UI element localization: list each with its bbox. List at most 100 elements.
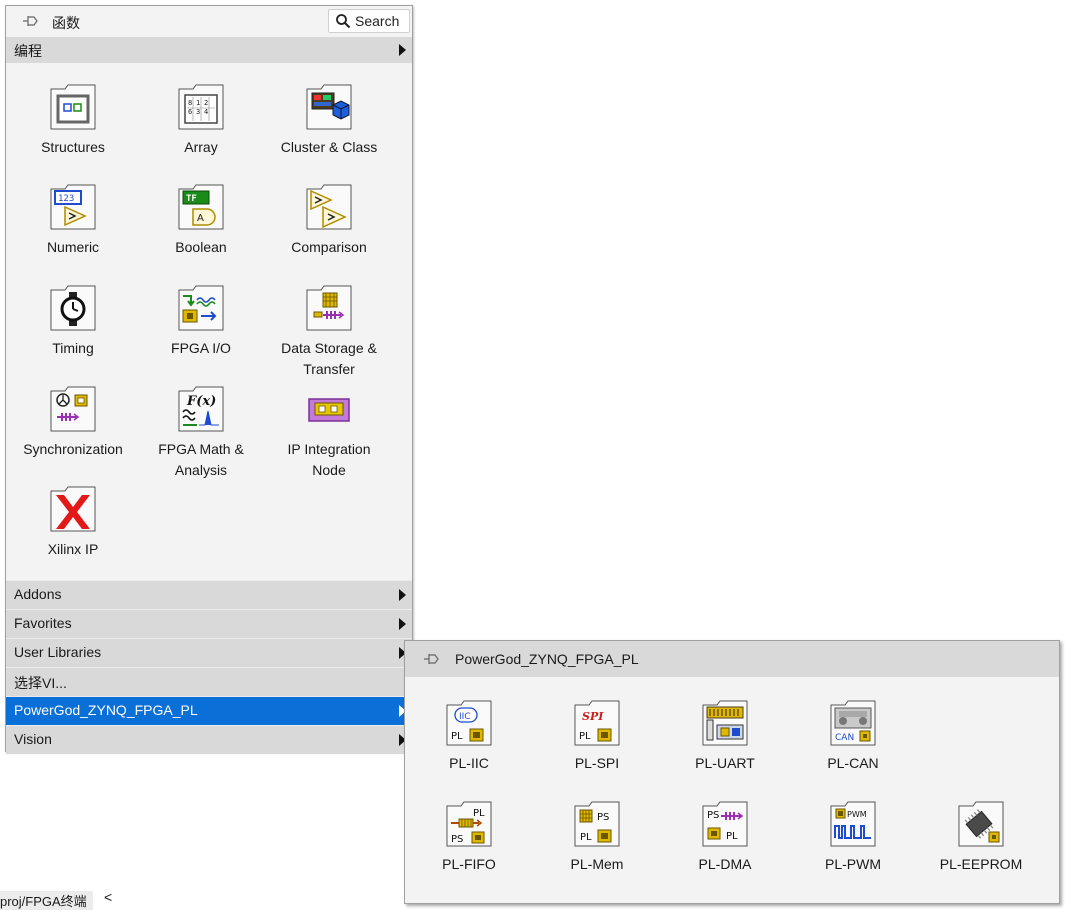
subpalette-item-pl-can[interactable]: CAN PL-CAN	[789, 699, 917, 774]
svg-text:PL: PL	[579, 731, 591, 742]
project-path: proj/FPGA终端	[0, 891, 93, 910]
svg-text:CAN: CAN	[835, 733, 854, 743]
synchronization-icon	[49, 385, 97, 433]
svg-text:PL: PL	[451, 731, 463, 742]
subpalette-item-pl-eeprom[interactable]: PL-EEPROM	[917, 800, 1045, 875]
menu-item-label: PowerGod_ZYNQ_FPGA_PL	[14, 702, 198, 718]
subpalette-item-label: PL-FIFO	[442, 856, 496, 872]
data-storage-icon	[305, 284, 353, 332]
pl-dma-icon: PS PL	[701, 800, 749, 848]
subpalette-item-label: PL-SPI	[574, 755, 620, 771]
palette-item-label: Cluster & Class	[280, 139, 378, 155]
menu-item-select-vi[interactable]: 选择VI...	[6, 667, 412, 696]
pl-uart-icon	[701, 699, 749, 747]
svg-text:IIC: IIC	[459, 712, 471, 722]
svg-text:2: 2	[204, 99, 208, 107]
structures-icon	[49, 83, 97, 131]
subpalette-item-pl-iic[interactable]: IIC PL PL-IIC	[405, 699, 533, 774]
pl-mem-icon: PS PL	[573, 800, 621, 848]
pl-spi-icon: SPI PL	[573, 699, 621, 747]
svg-text:SPI: SPI	[582, 710, 604, 723]
svg-text:PS: PS	[597, 812, 609, 823]
palette-item-label: Xilinx IP	[47, 541, 99, 557]
palette-item-numeric[interactable]: 123 Numeric	[9, 183, 137, 258]
scroll-left-button[interactable]: <	[104, 889, 112, 905]
palette-item-timing[interactable]: Timing	[9, 284, 137, 359]
svg-text:123: 123	[58, 194, 74, 204]
subpalette-item-pl-dma[interactable]: PS PL PL-DMA	[661, 800, 789, 875]
palette-item-xilinx-ip[interactable]: Xilinx IP	[9, 485, 137, 560]
cluster-class-icon	[305, 83, 353, 131]
palette-item-data-storage[interactable]: Data Storage & Transfer	[265, 284, 393, 380]
menu-item-addons[interactable]: Addons	[6, 580, 412, 609]
pin-icon[interactable]	[22, 14, 40, 28]
palette-item-boolean[interactable]: TF A Boolean	[137, 183, 265, 258]
subpalette-item-label: PL-Mem	[570, 856, 624, 872]
svg-text:PWM: PWM	[847, 810, 867, 819]
palette-item-label: Comparison	[291, 239, 367, 255]
boolean-icon: TF A	[177, 183, 225, 231]
subpalette-item-pl-spi[interactable]: SPI PL PL-SPI	[533, 699, 661, 774]
palette-item-comparison[interactable]: Comparison	[265, 183, 393, 258]
subpalette-item-pl-uart[interactable]: PL-UART	[661, 699, 789, 774]
pl-pwm-icon: PWM	[829, 800, 877, 848]
palette-category-menu: Addons Favorites User Libraries 选择VI... …	[6, 580, 412, 754]
palette-item-label: FPGA Math & Analysis	[158, 441, 244, 478]
menu-item-user-libraries[interactable]: User Libraries	[6, 638, 412, 667]
svg-text:8: 8	[188, 99, 192, 107]
palette-grid: Structures 812 634 Array Cluster & Class…	[6, 63, 412, 581]
svg-text:A: A	[197, 213, 204, 224]
palette-item-label: Array	[184, 139, 218, 155]
category-header-programming[interactable]: 编程	[6, 37, 412, 63]
pl-can-icon: CAN	[829, 699, 877, 747]
subpalette-item-pl-pwm[interactable]: PWM PL-PWM	[789, 800, 917, 875]
palette-item-cluster-class[interactable]: Cluster & Class	[265, 83, 393, 158]
palette-item-synchronization[interactable]: Synchronization	[9, 385, 137, 460]
subpalette-item-label: PL-IIC	[449, 755, 489, 771]
svg-text:1: 1	[196, 99, 200, 107]
palette-item-label: Synchronization	[23, 441, 123, 457]
palette-item-array[interactable]: 812 634 Array	[137, 83, 265, 158]
menu-item-favorites[interactable]: Favorites	[6, 609, 412, 638]
subpalette-header: PowerGod_ZYNQ_FPGA_PL	[405, 641, 1059, 677]
subpalette-item-pl-fifo[interactable]: PL PS PL-FIFO	[405, 800, 533, 875]
pin-icon[interactable]	[423, 652, 441, 666]
pl-iic-icon: IIC PL	[445, 699, 493, 747]
svg-text:PL: PL	[726, 831, 738, 842]
subpalette-item-label: PL-EEPROM	[939, 856, 1023, 872]
numeric-icon: 123	[49, 183, 97, 231]
svg-text:3: 3	[196, 108, 200, 116]
palette-item-ip-integration[interactable]: IP Integration Node	[265, 385, 393, 481]
palette-item-fpga-math[interactable]: F(x) FPGA Math & Analysis	[137, 385, 265, 481]
fpga-math-icon: F(x)	[177, 385, 225, 433]
palette-item-label: Boolean	[175, 239, 227, 255]
menu-item-powergod[interactable]: PowerGod_ZYNQ_FPGA_PL	[6, 696, 412, 725]
palette-item-fpga-io[interactable]: FPGA I/O	[137, 284, 265, 359]
functions-palette: 函数 Search 编程 Structures 8 1 2 6 3 4 Arra…	[5, 5, 413, 754]
subpalette-item-label: PL-UART	[695, 755, 755, 771]
powergod-subpalette: PowerGod_ZYNQ_FPGA_PL IIC PL PL-IIC SPI …	[404, 640, 1060, 904]
palette-item-label: Structures	[41, 139, 105, 155]
svg-text:PL: PL	[473, 808, 485, 819]
search-label: Search	[355, 13, 400, 29]
search-button[interactable]: Search	[328, 9, 410, 33]
menu-item-label: Favorites	[14, 615, 72, 631]
xilinx-icon	[49, 485, 97, 533]
status-bar: proj/FPGA终端 <	[0, 889, 404, 910]
svg-text:PS: PS	[451, 834, 463, 845]
menu-item-vision[interactable]: Vision	[6, 725, 412, 754]
ip-integration-icon	[305, 385, 353, 433]
palette-item-structures[interactable]: Structures	[9, 83, 137, 158]
menu-item-label: User Libraries	[14, 644, 102, 660]
svg-text:PS: PS	[707, 810, 719, 821]
palette-title: 函数	[52, 15, 80, 31]
subpalette-item-pl-mem[interactable]: PS PL PL-Mem	[533, 800, 661, 875]
search-icon	[336, 14, 351, 29]
subpalette-item-label: PL-DMA	[698, 856, 752, 872]
subpalette-title: PowerGod_ZYNQ_FPGA_PL	[455, 651, 639, 667]
svg-text:4: 4	[204, 108, 208, 116]
palette-item-label: IP Integration Node	[287, 441, 371, 478]
comparison-icon	[305, 183, 353, 231]
array-icon: 812 634	[177, 83, 225, 131]
svg-text:PL: PL	[580, 832, 592, 843]
